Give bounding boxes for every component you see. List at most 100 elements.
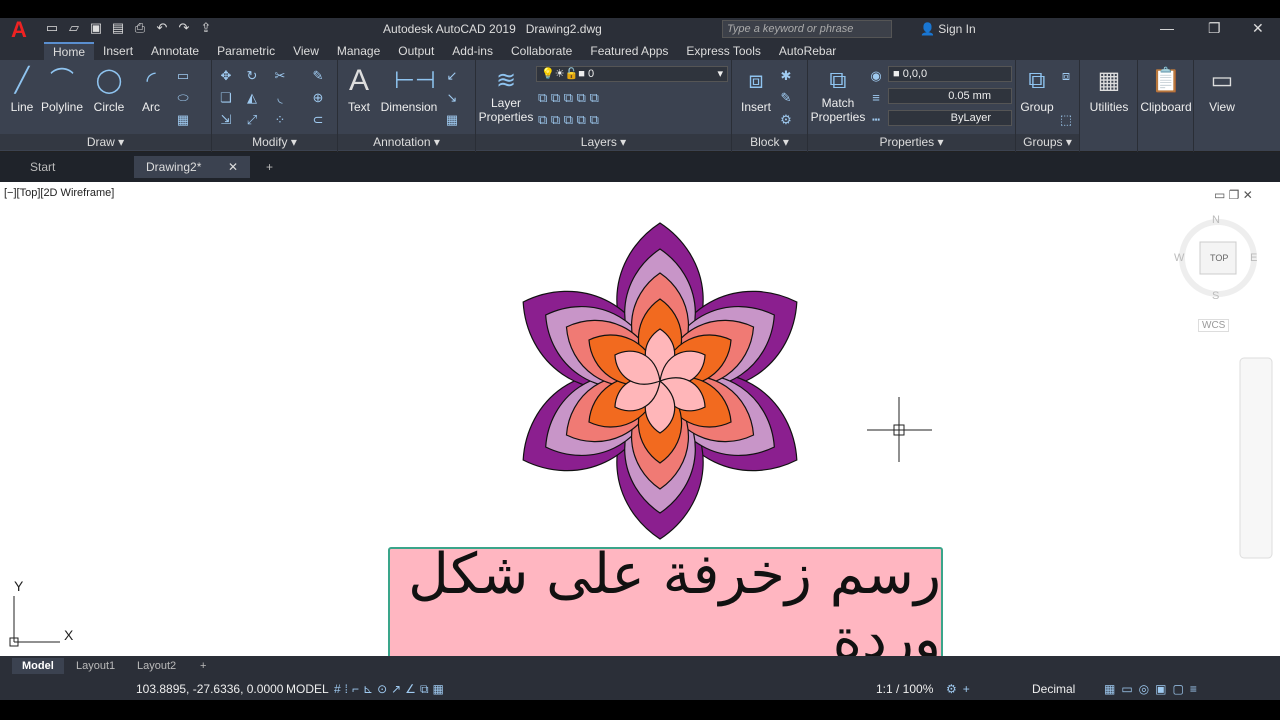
open-icon[interactable]: ▱: [66, 20, 82, 36]
tab-annotate[interactable]: Annotate: [142, 42, 208, 60]
properties-panel-title[interactable]: Properties ▾: [808, 134, 1015, 150]
close-icon[interactable]: ✕: [1252, 20, 1264, 37]
group-tool[interactable]: ⧉ Group: [1018, 66, 1056, 114]
wcs-menu[interactable]: WCS: [1198, 319, 1230, 332]
autocad-logo-icon[interactable]: A: [0, 17, 38, 42]
offset-icon[interactable]: ⊂: [310, 112, 326, 128]
viewcube-s[interactable]: S: [1212, 290, 1219, 302]
tab-add-ins[interactable]: Add-ins: [443, 42, 502, 60]
tab-parametric[interactable]: Parametric: [208, 42, 284, 60]
layer-properties-tool[interactable]: ≋ Layer Properties: [478, 66, 534, 124]
move-icon[interactable]: ✥: [218, 68, 234, 84]
text-tool[interactable]: A Text: [342, 66, 376, 115]
add-layout-button[interactable]: +: [190, 658, 216, 674]
modify-panel-title[interactable]: Modify ▾: [212, 134, 337, 150]
start-tab[interactable]: Start: [18, 156, 67, 178]
create-block-icon[interactable]: ✱: [778, 68, 794, 84]
layer-state-icons[interactable]: ⧉ ⧉ ⧉ ⧉ ⧉: [538, 90, 638, 106]
ungroup-icon[interactable]: ⧈: [1058, 68, 1074, 84]
color-dropdown[interactable]: ■ 0,0,0: [888, 66, 1012, 82]
scale-icon[interactable]: ⤢: [244, 112, 260, 128]
tab-express-tools[interactable]: Express Tools: [677, 42, 769, 60]
circle-tool[interactable]: ◯ Circle: [90, 66, 128, 114]
model-tab[interactable]: Model: [12, 658, 64, 674]
drawing-tab[interactable]: Drawing2* ✕: [134, 156, 250, 178]
rectangle-icon[interactable]: ▭: [175, 68, 191, 84]
lineweight-dropdown[interactable]: 0.05 mm: [888, 88, 1012, 104]
layer-tools-icons[interactable]: ⧉ ⧉ ⧉ ⧉ ⧉: [538, 112, 638, 128]
annotation-scale[interactable]: 1:1 / 100%: [876, 682, 933, 696]
block-panel-title[interactable]: Block ▾: [732, 134, 807, 150]
fillet-icon[interactable]: ◟: [272, 90, 288, 106]
viewport-label[interactable]: [−][Top][2D Wireframe]: [4, 187, 114, 199]
viewport-controls[interactable]: ▭ ❐ ✕: [1214, 188, 1253, 202]
undo-icon[interactable]: ↶: [154, 20, 170, 36]
viewcube-e[interactable]: E: [1250, 252, 1257, 264]
layers-panel-title[interactable]: Layers ▾: [476, 134, 731, 150]
clipboard-tool[interactable]: 📋 Clipboard: [1138, 66, 1194, 114]
layout2-tab[interactable]: Layout2: [127, 658, 186, 674]
annotation-panel-title[interactable]: Annotation ▾: [338, 134, 475, 150]
leader-icon[interactable]: ↙: [444, 68, 460, 84]
tab-featured-apps[interactable]: Featured Apps: [581, 42, 677, 60]
tab-collaborate[interactable]: Collaborate: [502, 42, 581, 60]
ellipse-icon[interactable]: ⬭: [175, 90, 191, 106]
sign-in-button[interactable]: 👤 Sign In: [920, 22, 976, 36]
mirror-icon[interactable]: ◭: [244, 90, 260, 106]
arc-tool[interactable]: ◜ Arc: [136, 66, 166, 114]
tab-output[interactable]: Output: [389, 42, 443, 60]
viewcube-w[interactable]: W: [1174, 252, 1184, 264]
print-icon[interactable]: ⎙: [132, 20, 148, 36]
tab-manage[interactable]: Manage: [328, 42, 389, 60]
share-icon[interactable]: ⇪: [198, 20, 214, 36]
array-icon[interactable]: ⁘: [272, 112, 288, 128]
layout1-tab[interactable]: Layout1: [66, 658, 125, 674]
copy-icon[interactable]: ❏: [218, 90, 234, 106]
status-right-icons[interactable]: ▦▭◎▣▢≡: [1104, 682, 1203, 696]
navigation-bar[interactable]: [1239, 357, 1273, 559]
group-selection-icon[interactable]: ⬚: [1058, 112, 1074, 128]
match-properties-tool[interactable]: ⧉ Match Properties: [810, 66, 866, 124]
new-icon[interactable]: ▭: [44, 20, 60, 36]
draw-panel-title[interactable]: Draw ▾: [0, 134, 211, 150]
model-space-button[interactable]: MODEL: [286, 682, 329, 696]
new-tab-button[interactable]: +: [254, 156, 285, 178]
polyline-tool[interactable]: ⌒ Polyline: [40, 66, 84, 114]
tab-autorebar[interactable]: AutoRebar: [770, 42, 845, 60]
color-wheel-icon[interactable]: ◉: [868, 68, 884, 84]
save-icon[interactable]: ▣: [88, 20, 104, 36]
utilities-tool[interactable]: ▦ Utilities: [1082, 66, 1136, 114]
save-as-icon[interactable]: ▤: [110, 20, 126, 36]
table-icon[interactable]: ▦: [444, 112, 460, 128]
explode-icon[interactable]: ⊕: [310, 90, 326, 106]
trim-icon[interactable]: ✂: [272, 68, 288, 84]
multileader-icon[interactable]: ↘: [444, 90, 460, 106]
line-tool[interactable]: ╱ Line: [6, 66, 38, 114]
maximize-icon[interactable]: ❐: [1208, 20, 1221, 37]
dimension-tool[interactable]: ⊢⊣ Dimension: [380, 66, 438, 114]
layer-dropdown[interactable]: 💡☀🔓■ 0 ▾: [536, 66, 728, 82]
drafting-tools-icons[interactable]: #⁞⌐⊾⊙↗∠⧉▦: [334, 682, 448, 697]
rotate-icon[interactable]: ↻: [244, 68, 260, 84]
tab-home[interactable]: Home: [44, 42, 95, 60]
view-tool[interactable]: ▭ View: [1194, 66, 1250, 114]
coordinates-readout[interactable]: 103.8895, -27.6336, 0.0000: [136, 682, 283, 696]
tab-insert[interactable]: Insert: [94, 42, 142, 60]
edit-block-icon[interactable]: ✎: [778, 90, 794, 106]
workspace-icons[interactable]: ⚙+: [946, 682, 976, 696]
tab-view[interactable]: View: [284, 42, 328, 60]
viewcube-top[interactable]: TOP: [1210, 253, 1228, 263]
viewcube-n[interactable]: N: [1212, 214, 1220, 226]
minimize-icon[interactable]: —: [1160, 20, 1174, 36]
hatch-icon[interactable]: ▦: [175, 112, 191, 128]
search-input[interactable]: Type a keyword or phrase: [722, 20, 892, 38]
redo-icon[interactable]: ↷: [176, 20, 192, 36]
attribute-icon[interactable]: ⚙: [778, 112, 794, 128]
erase-icon[interactable]: ✎: [310, 68, 326, 84]
groups-panel-title[interactable]: Groups ▾: [1016, 134, 1079, 150]
units-dropdown[interactable]: Decimal: [1032, 682, 1075, 696]
stretch-icon[interactable]: ⇲: [218, 112, 234, 128]
linetype-dropdown[interactable]: ByLayer: [888, 110, 1012, 126]
insert-tool[interactable]: ⧈ Insert: [736, 66, 776, 114]
close-tab-icon[interactable]: ✕: [228, 156, 238, 178]
